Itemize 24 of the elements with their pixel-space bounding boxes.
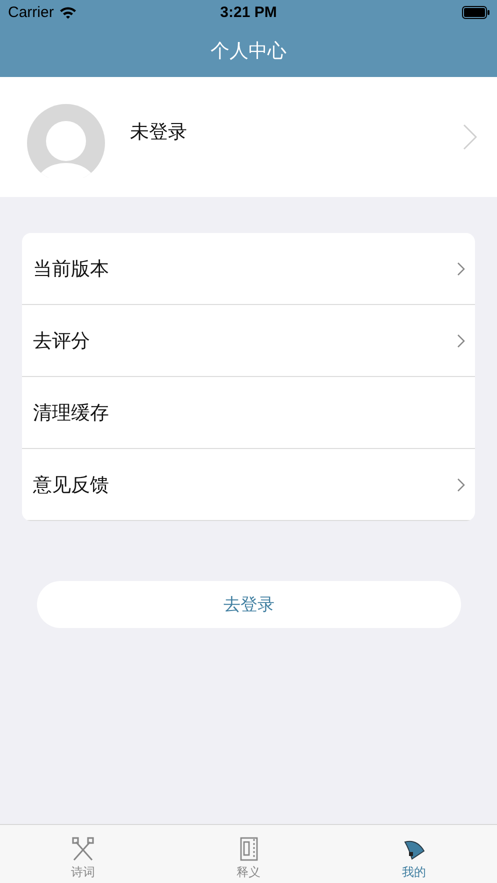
chevron-icon: [457, 262, 465, 276]
chevron-icon: [457, 334, 465, 348]
fan-icon: [403, 839, 426, 861]
nav-title: 个人中心: [210, 39, 286, 64]
chevron-icon: [457, 478, 465, 492]
tab-item[interactable]: 我的: [331, 825, 497, 883]
profile-name: 未登录: [130, 120, 188, 145]
menu-label: 意见反馈: [33, 472, 109, 498]
carrier-label: Carrier: [8, 4, 54, 21]
menu-label: 当前版本: [33, 256, 109, 282]
menu-item[interactable]: 去评分: [22, 305, 475, 377]
wifi-icon: [58, 6, 77, 19]
login-button[interactable]: 去登录: [37, 581, 461, 628]
status-time: 3:21 PM: [220, 4, 277, 21]
menu-label: 清理缓存: [33, 400, 109, 426]
menu-item[interactable]: 清理缓存: [22, 377, 475, 449]
crossed-brushes-icon: [70, 837, 95, 861]
menu-item[interactable]: 当前版本: [22, 233, 475, 305]
chevron-icon: [463, 124, 477, 150]
menu-label: 去评分: [33, 328, 90, 354]
battery-icon: [462, 6, 490, 19]
book-icon: [240, 837, 258, 861]
menu-item[interactable]: 意见反馈: [22, 449, 475, 521]
profile-row[interactable]: 未登录: [0, 77, 497, 197]
